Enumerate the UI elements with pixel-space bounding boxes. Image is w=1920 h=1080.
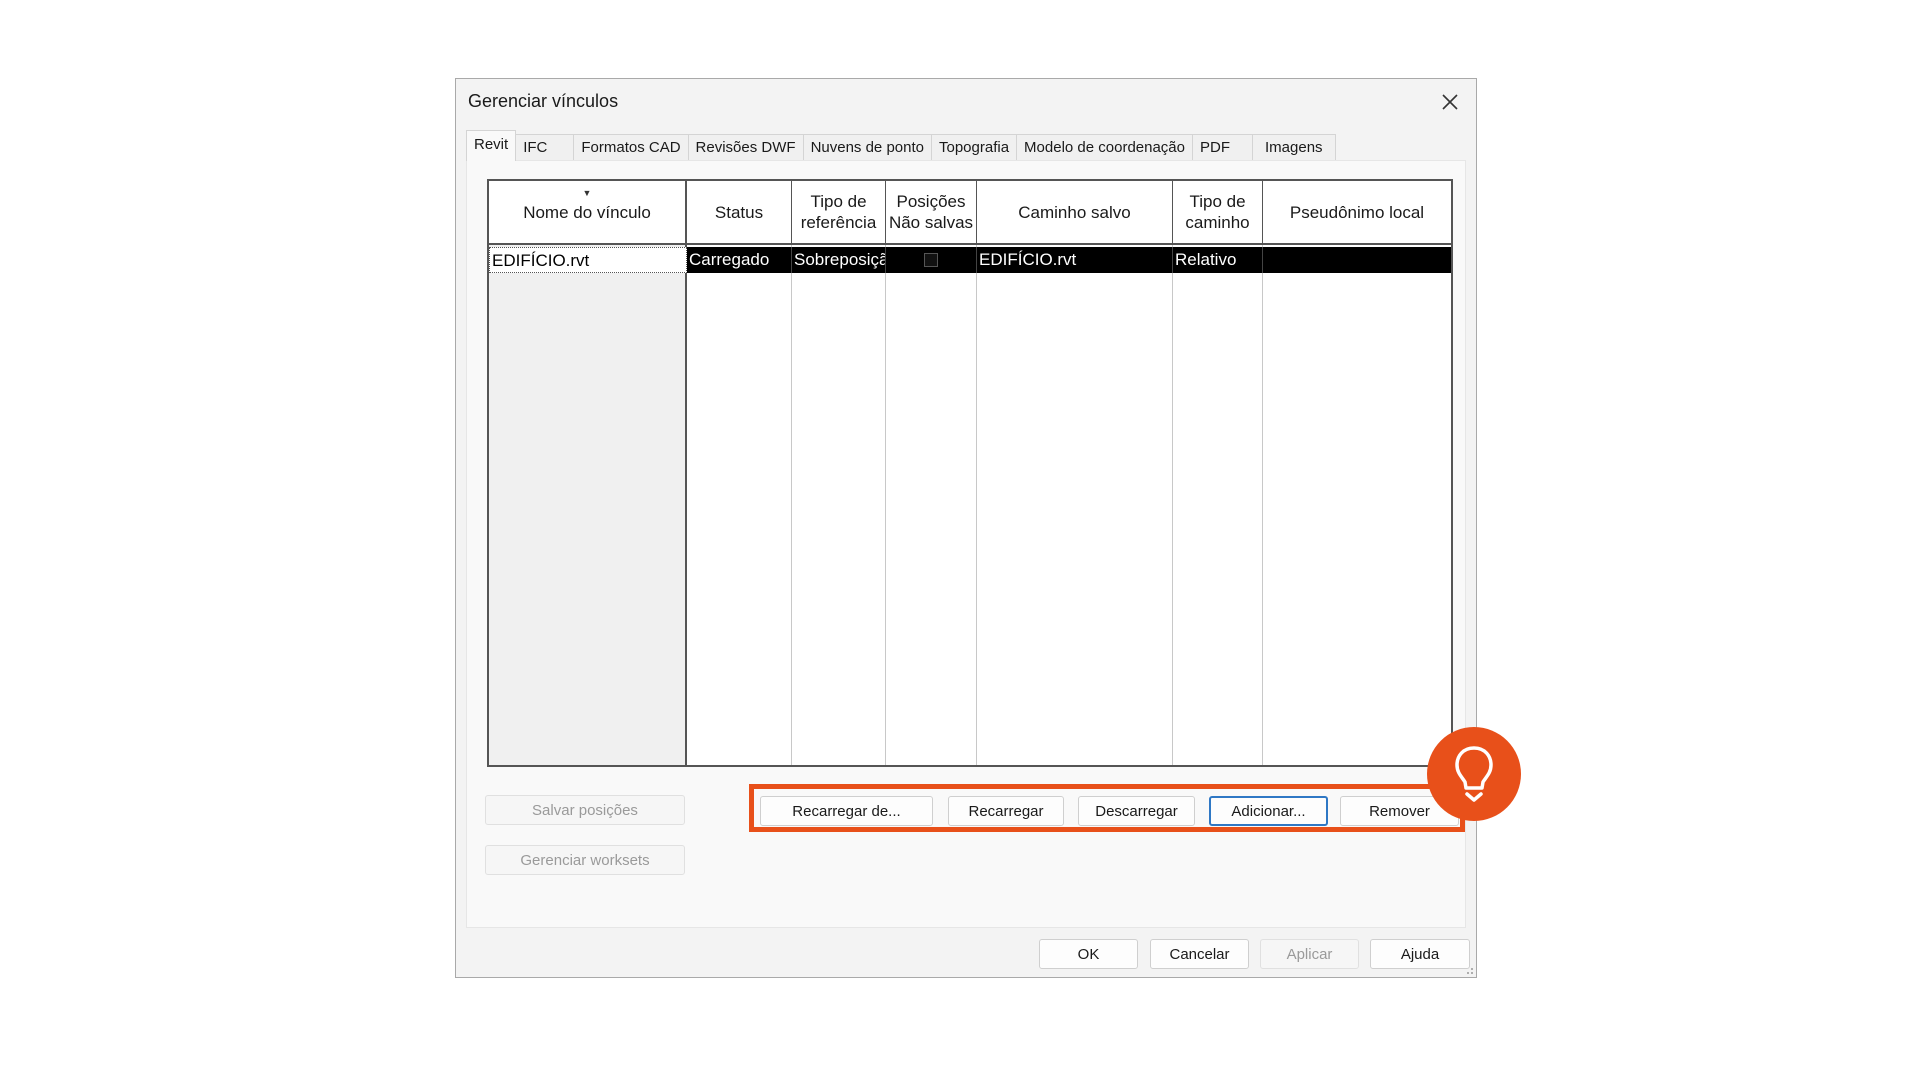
tab-pdf[interactable]: PDF <box>1192 134 1253 161</box>
tab-strip: Revit IFC Formatos CAD Revisões DWF Nuve… <box>466 130 1336 161</box>
ok-button[interactable]: OK <box>1039 939 1138 969</box>
header-reference-type-line2: referência <box>800 213 877 232</box>
row-cell-link-name[interactable]: EDIFÍCIO.rvt <box>489 247 687 273</box>
header-path-type[interactable]: Tipo de caminho <box>1173 181 1263 245</box>
hint-badge <box>1427 727 1521 821</box>
help-button[interactable]: Ajuda <box>1370 939 1470 969</box>
header-positions-line2: Não salvas <box>888 213 974 232</box>
row-cell-reference-type[interactable]: Sobreposição <box>792 247 886 273</box>
header-link-name-label: Nome do vínculo <box>523 202 651 222</box>
links-table[interactable]: ▼ Nome do vínculo Status Tipo de referênc… <box>487 179 1453 767</box>
header-positions-unsaved[interactable]: Posições Não salvas <box>886 181 977 245</box>
header-status[interactable]: Status <box>687 181 792 245</box>
reload-from-button[interactable]: Recarregar de... <box>760 796 933 826</box>
header-path-type-line1: Tipo de <box>1189 192 1246 211</box>
reload-button[interactable]: Recarregar <box>948 796 1064 826</box>
sort-down-icon: ▼ <box>582 188 592 198</box>
row-cell-local-alias[interactable] <box>1263 247 1451 273</box>
row-cell-status[interactable]: Carregado <box>687 247 792 273</box>
positions-unsaved-checkbox[interactable] <box>924 253 938 267</box>
header-local-alias-label: Pseudônimo local <box>1289 202 1425 222</box>
header-saved-path[interactable]: Caminho salvo <box>977 181 1173 245</box>
tab-dwf-revisions[interactable]: Revisões DWF <box>687 134 804 161</box>
tab-ifc[interactable]: IFC <box>515 134 575 161</box>
header-reference-type-line1: Tipo de <box>810 192 867 211</box>
row-cell-positions-unsaved <box>886 247 977 273</box>
revit-tab-panel: ▼ Nome do vínculo Status Tipo de referênc… <box>466 160 1466 928</box>
tab-topography[interactable]: Topografia <box>930 134 1018 161</box>
cancel-button[interactable]: Cancelar <box>1150 939 1249 969</box>
header-link-name[interactable]: ▼ Nome do vínculo <box>489 181 687 245</box>
header-positions-label: Posições Não salvas <box>889 191 973 233</box>
manage-links-dialog: Gerenciar vínculos Revit IFC Formatos CA… <box>455 78 1477 978</box>
header-reference-type-label: Tipo de referência <box>801 191 877 233</box>
close-icon <box>1442 94 1458 110</box>
save-positions-button[interactable]: Salvar posições <box>485 795 685 825</box>
header-path-type-line2: caminho <box>1185 213 1250 232</box>
tab-cad-formats[interactable]: Formatos CAD <box>573 134 689 161</box>
header-reference-type[interactable]: Tipo de referência <box>792 181 886 245</box>
close-button[interactable] <box>1432 85 1468 119</box>
row-cell-saved-path[interactable]: EDIFÍCIO.rvt <box>977 247 1173 273</box>
header-path-type-label: Tipo de caminho <box>1185 191 1249 233</box>
unload-button[interactable]: Descarregar <box>1078 796 1195 826</box>
tab-point-clouds[interactable]: Nuvens de ponto <box>802 134 932 161</box>
add-button[interactable]: Adicionar... <box>1209 796 1328 826</box>
tab-images[interactable]: Imagens <box>1252 134 1336 161</box>
header-local-alias[interactable]: Pseudônimo local <box>1263 181 1451 245</box>
title-bar: Gerenciar vínculos <box>456 79 1476 125</box>
apply-button[interactable]: Aplicar <box>1260 939 1359 969</box>
manage-worksets-button[interactable]: Gerenciar worksets <box>485 845 685 875</box>
tab-coordination-model[interactable]: Modelo de coordenação <box>1016 134 1193 161</box>
header-positions-line1: Posições <box>896 192 966 211</box>
header-status-label: Status <box>714 202 764 222</box>
row-cell-path-type[interactable]: Relativo <box>1173 247 1263 273</box>
dialog-title: Gerenciar vínculos <box>468 91 619 111</box>
tab-revit[interactable]: Revit <box>466 130 517 161</box>
lightbulb-icon <box>1455 746 1493 802</box>
header-saved-path-label: Caminho salvo <box>1018 202 1131 222</box>
resize-grip-icon[interactable] <box>1462 963 1474 975</box>
